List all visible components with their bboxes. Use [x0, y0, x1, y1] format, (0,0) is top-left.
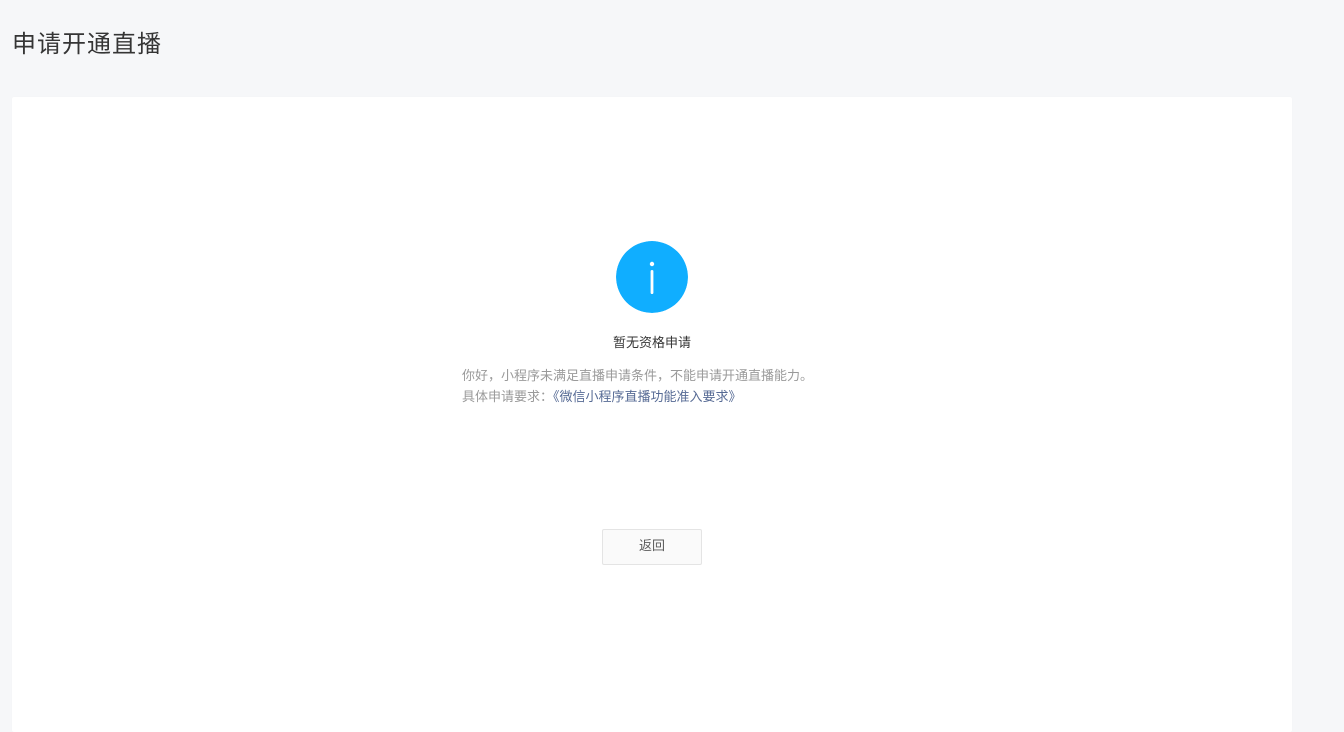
- info-icon: [616, 241, 688, 313]
- requirement-line: 具体申请要求：《微信小程序直播功能准入要求》: [462, 387, 1022, 408]
- requirement-link[interactable]: 《微信小程序直播功能准入要求》: [553, 390, 742, 405]
- page-title: 申请开通直播: [12, 30, 162, 58]
- requirement-prefix: 具体申请要求：: [462, 390, 554, 405]
- status-title: 暂无资格申请: [612, 336, 691, 351]
- status-description: 你好，小程序未满足直播申请条件，不能申请开通直播能力。 具体申请要求：《微信小程…: [462, 366, 1022, 408]
- description-line: 你好，小程序未满足直播申请条件，不能申请开通直播能力。: [462, 369, 814, 384]
- content-card: 暂无资格申请 你好，小程序未满足直播申请条件，不能申请开通直播能力。 具体申请要…: [12, 97, 1292, 732]
- back-button[interactable]: 返回: [602, 529, 702, 565]
